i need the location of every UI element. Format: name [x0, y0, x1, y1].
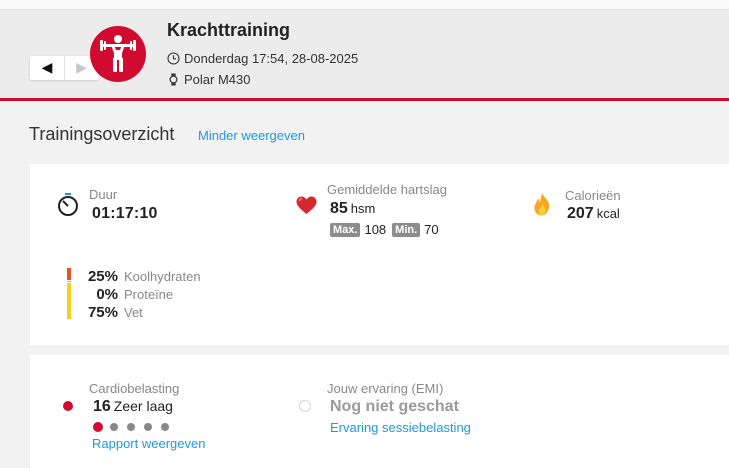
emi-label: Jouw ervaring (EMI) [327, 381, 444, 396]
cardio-load-level: Zeer laag [113, 398, 173, 414]
duration-label: Duur [89, 187, 118, 202]
min-badge: Min. [392, 222, 421, 237]
emi-value: Nog niet geschat [330, 398, 459, 415]
macro-row-fat: 75% Vet [59, 303, 143, 321]
previous-session-button[interactable]: ◀ [30, 56, 64, 80]
emi-status-dot [299, 400, 311, 412]
min-value: 70 [424, 222, 439, 237]
macro-row-protein: 0% Proteïne [59, 285, 173, 303]
cardio-load-label: Cardiobelasting [89, 381, 180, 396]
heart-rate-unit: hsm [350, 201, 376, 216]
watch-icon [169, 73, 178, 86]
header-divider [0, 98, 729, 101]
flame-icon [534, 192, 550, 216]
cardio-load-reading: 16 Zeer laag [93, 398, 173, 416]
section-title: Trainingsoverzicht [29, 124, 175, 144]
cardio-scale-dot [127, 423, 135, 431]
cardio-status-dot [63, 401, 73, 411]
view-report-link[interactable]: Rapport weergeven [92, 436, 205, 451]
top-bar [0, 0, 729, 10]
calories-total: 207 kcal [567, 205, 620, 223]
heart-rate-average: 85 hsm [330, 200, 375, 218]
session-device: Polar M430 [167, 72, 250, 87]
show-less-link[interactable]: Minder weergeven [198, 128, 305, 143]
protein-percent: 0% [96, 285, 118, 303]
calories-unit: kcal [596, 206, 620, 221]
max-value: 108 [364, 222, 387, 237]
session-load-experience-link[interactable]: Ervaring sessiebelasting [330, 420, 471, 435]
calories-label: Calorieën [565, 188, 621, 203]
cardio-scale-dot [110, 423, 118, 431]
macro-row-carbs: 25% Koolhydraten [59, 267, 201, 285]
session-datetime: Donderdag 17:54, 28-08-2025 [167, 51, 358, 66]
cardio-scale-dot [144, 423, 152, 431]
calories-value: 207 [567, 205, 594, 222]
heart-rate-label: Gemiddelde hartslag [327, 182, 447, 197]
heart-icon [296, 196, 317, 214]
clock-icon [167, 52, 180, 65]
strength-training-icon [90, 26, 146, 82]
carbs-label: Koolhydraten [124, 268, 201, 284]
sport-title: Krachttraining [167, 20, 291, 40]
cardio-scale-dot [93, 422, 103, 432]
max-badge: Max. [330, 222, 361, 237]
device-text: Polar M430 [184, 72, 251, 87]
duration-value: 01:17:10 [92, 205, 158, 222]
datetime-text: Donderdag 17:54, 28-08-2025 [184, 51, 359, 66]
heart-rate-value: 85 [330, 200, 348, 217]
cardio-scale-dot [161, 423, 169, 431]
heart-rate-range: Max. 108 Min. 70 [330, 222, 445, 237]
protein-label: Proteïne [124, 286, 174, 302]
carbs-percent: 25% [87, 267, 118, 285]
session-navigation: ◀ ▶ [30, 56, 98, 80]
stopwatch-icon [58, 193, 78, 216]
fat-label: Vet [124, 304, 143, 320]
cardio-load-value: 16 [93, 398, 111, 415]
fat-percent: 75% [87, 303, 118, 321]
